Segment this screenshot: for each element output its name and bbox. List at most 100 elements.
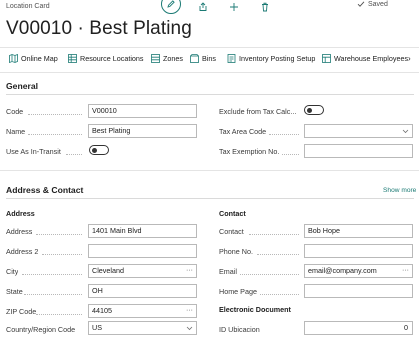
chevron-right-icon: › <box>408 54 411 63</box>
share-button[interactable] <box>197 0 209 14</box>
address-subheading: Address <box>6 209 35 218</box>
toggle-knob <box>92 147 97 153</box>
name-dots <box>28 134 82 135</box>
code-field[interactable]: V00010 <box>88 104 197 118</box>
address-label: Address <box>6 227 33 236</box>
phone-label: Phone No. <box>219 247 253 256</box>
zones-icon <box>151 54 160 63</box>
zip-code-label: ZIP Code <box>6 307 37 316</box>
state-dots <box>24 294 82 295</box>
email-dots <box>240 274 299 275</box>
chevron-down-icon <box>186 322 193 339</box>
country-region-code-select[interactable]: US <box>88 321 197 335</box>
email-field[interactable]: email@company.com ··· <box>304 264 413 278</box>
address-2-dots <box>42 254 82 255</box>
chevron-down-icon <box>402 125 409 142</box>
tax-area-code-label: Tax Area Code <box>219 127 267 136</box>
exclude-from-tax-label: Exclude from Tax Calc... <box>219 107 297 116</box>
contact-subheading: Contact <box>219 209 246 218</box>
inventory-posting-setup-action[interactable]: Inventory Posting Setup <box>227 54 315 63</box>
tax-exemption-field[interactable] <box>304 144 413 158</box>
country-region-code-value: US <box>92 323 102 332</box>
id-ubicacion-label: ID Ubicacion <box>219 325 260 334</box>
use-as-in-transit-label: Use As In-Transit <box>6 147 61 156</box>
electronic-document-subheading: Electronic Document <box>219 305 291 314</box>
address-contact-section-title[interactable]: Address & Contact <box>6 185 83 195</box>
city-value: Cleveland <box>92 266 124 275</box>
address-2-field[interactable] <box>88 244 197 258</box>
zip-code-dots <box>36 314 82 315</box>
state-label: State <box>6 287 23 296</box>
name-field[interactable]: Best Plating <box>88 124 197 138</box>
bins-label: Bins <box>202 54 216 63</box>
online-map-action[interactable]: Online Map <box>9 54 58 63</box>
phone-field[interactable] <box>304 244 413 258</box>
plus-icon <box>230 3 238 11</box>
toggle-knob <box>307 107 312 113</box>
address-2-label: Address 2 <box>6 247 39 256</box>
code-label: Code <box>6 107 24 116</box>
table-icon <box>68 54 77 63</box>
transit-dots <box>66 154 82 155</box>
name-label: Name <box>6 127 26 136</box>
pencil-icon <box>167 0 175 8</box>
use-as-in-transit-toggle[interactable] <box>89 145 109 155</box>
show-more-link[interactable]: Show more <box>383 187 416 194</box>
city-field[interactable]: Cleveland ··· <box>88 264 197 278</box>
city-dots <box>22 274 82 275</box>
saved-label: Saved <box>368 0 388 8</box>
resource-locations-action[interactable]: Resource Locations <box>68 54 144 63</box>
trash-icon <box>262 2 268 12</box>
ellipsis-icon[interactable]: ··· <box>186 305 193 317</box>
tax-area-code-select[interactable] <box>304 124 413 138</box>
edit-button[interactable] <box>161 0 181 14</box>
contact-label: Contact <box>219 227 244 236</box>
tax-area-dots <box>269 134 299 135</box>
bins-icon <box>190 54 199 63</box>
contact-field[interactable]: Bob Hope <box>304 224 413 238</box>
address-dots <box>36 234 82 235</box>
setup-icon <box>227 54 236 63</box>
warehouse-employees-action[interactable]: Warehouse Employees <box>322 54 408 63</box>
ellipsis-icon[interactable]: ··· <box>402 265 409 277</box>
more-actions-button[interactable]: › <box>408 54 411 63</box>
section-separator <box>0 170 419 171</box>
tax-exemption-label: Tax Exemption No. <box>219 147 280 156</box>
email-value: email@company.com <box>308 266 377 275</box>
zip-code-value: 44105 <box>92 306 112 315</box>
city-label: City <box>6 267 19 276</box>
saved-status: Saved <box>357 0 388 8</box>
online-map-label: Online Map <box>21 54 58 63</box>
contact-dots <box>249 234 299 235</box>
map-icon <box>9 54 18 63</box>
code-dots <box>28 114 82 115</box>
address-field[interactable]: 1401 Main Blvd <box>88 224 197 238</box>
zones-label: Zones <box>163 54 183 63</box>
checkmark-icon <box>357 1 365 7</box>
tax-exemption-dots <box>282 154 299 155</box>
resource-locations-label: Resource Locations <box>80 54 144 63</box>
exclude-from-tax-toggle[interactable] <box>304 105 324 115</box>
action-bar: Online Map Resource Locations Zones Bins… <box>0 47 419 73</box>
share-icon <box>199 2 207 11</box>
inventory-posting-setup-label: Inventory Posting Setup <box>239 54 316 63</box>
warehouse-employees-label: Warehouse Employees <box>334 54 409 63</box>
delete-button[interactable] <box>259 0 271 14</box>
home-page-field[interactable] <box>304 284 413 298</box>
phone-dots <box>257 254 299 255</box>
breadcrumb: Location Card <box>6 3 50 10</box>
id-ubicacion-field[interactable]: 0 <box>304 321 413 335</box>
zip-code-field[interactable]: 44105 ··· <box>88 304 197 318</box>
ellipsis-icon[interactable]: ··· <box>186 265 193 277</box>
general-section-title[interactable]: General <box>6 81 38 91</box>
zones-action[interactable]: Zones <box>151 54 183 63</box>
employees-icon <box>322 54 331 63</box>
state-field[interactable]: OH <box>88 284 197 298</box>
country-region-code-label: Country/Region Code <box>6 325 76 334</box>
address-contact-divider <box>6 198 414 199</box>
email-label: Email <box>219 267 237 276</box>
general-divider <box>6 94 414 95</box>
bins-action[interactable]: Bins <box>190 54 216 63</box>
home-page-label: Home Page <box>219 287 257 296</box>
new-button[interactable] <box>228 0 240 14</box>
